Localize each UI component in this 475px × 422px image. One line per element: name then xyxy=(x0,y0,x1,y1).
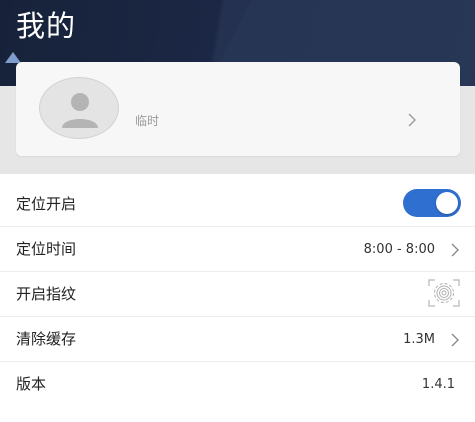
fingerprint-icon[interactable] xyxy=(427,278,461,308)
chevron-right-icon xyxy=(451,333,459,347)
setting-label-fingerprint: 开启指纹 xyxy=(16,285,77,303)
profile-card[interactable]: 临时 xyxy=(16,62,460,156)
setting-row-fingerprint[interactable]: 开启指纹 xyxy=(0,272,475,317)
toggle-knob xyxy=(436,192,458,214)
setting-row-version: 版本 1.4.1 xyxy=(0,362,475,407)
profile-name: 临时 xyxy=(135,114,160,128)
setting-label-location: 定位开启 xyxy=(16,195,77,213)
setting-label-version: 版本 xyxy=(16,375,47,393)
chevron-right-icon[interactable] xyxy=(407,113,417,127)
settings-list: 定位开启 定位时间 8:00 - 8:00 开启指纹 清除缓存 1.3M 版本 … xyxy=(0,182,475,407)
cache-size-value: 1.3M xyxy=(403,332,435,347)
setting-label-clear-cache: 清除缓存 xyxy=(16,330,77,348)
avatar[interactable] xyxy=(39,77,119,139)
setting-row-clear-cache[interactable]: 清除缓存 1.3M xyxy=(0,317,475,362)
setting-row-location-time[interactable]: 定位时间 8:00 - 8:00 xyxy=(0,227,475,272)
setting-label-location-time: 定位时间 xyxy=(16,240,77,258)
version-value: 1.4.1 xyxy=(421,377,455,392)
location-time-value: 8:00 - 8:00 xyxy=(363,242,435,257)
page-title: 我的 xyxy=(16,9,77,43)
person-icon xyxy=(62,93,98,128)
chevron-right-icon xyxy=(451,243,459,257)
location-toggle[interactable] xyxy=(403,189,461,217)
setting-row-location: 定位开启 xyxy=(0,182,475,227)
